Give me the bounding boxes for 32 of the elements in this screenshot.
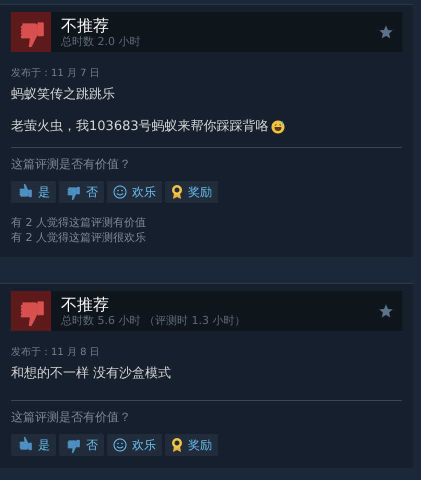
smiley-icon: [113, 185, 127, 199]
no-button[interactable]: 否: [59, 181, 104, 203]
thumbs-up-icon: [17, 184, 33, 200]
no-button[interactable]: 否: [59, 434, 104, 456]
smiley-icon: [113, 438, 127, 452]
review-verdict: 不推荐: [61, 294, 110, 314]
playtime-text: 总时数 2.0 小时: [61, 34, 142, 48]
award-button[interactable]: 奖励: [165, 434, 218, 456]
playtime-text: 总时数 5.6 小时 （评测时 1.3 小时）: [61, 314, 246, 328]
funny-button[interactable]: 欢乐: [107, 181, 162, 203]
vote-summary: 有 2 人觉得这篇评测有价值: [11, 215, 147, 230]
thumbs-up-icon: [17, 437, 33, 453]
grinning-sweat-emoji-icon: [270, 120, 285, 134]
posted-date: 发布于：11 月 8 日: [11, 346, 101, 359]
star-icon[interactable]: [378, 303, 394, 319]
helpful-prompt: 这篇评测是否有价值？: [11, 156, 132, 173]
award-button[interactable]: 奖励: [165, 181, 218, 203]
thumbs-down-icon: [65, 437, 81, 453]
helpful-prompt: 这篇评测是否有价值？: [11, 409, 132, 426]
yes-button[interactable]: 是: [11, 434, 56, 456]
thumbs-down-icon: [65, 184, 81, 200]
star-icon[interactable]: [378, 24, 394, 40]
review-text: 和想的不一样 没有沙盒模式: [11, 366, 172, 382]
posted-date: 发布于：11 月 7 日: [11, 67, 101, 80]
award-icon: [171, 437, 183, 453]
yes-button[interactable]: 是: [11, 181, 56, 203]
vote-summary: 有 2 人觉得这篇评测很欢乐: [11, 230, 147, 245]
review-text: 蚂蚁笑传之跳跳乐: [11, 87, 115, 103]
review-text: 老萤火虫，我103683号蚂蚁来帮你踩踩背咯: [11, 119, 269, 135]
review-verdict: 不推荐: [61, 16, 110, 34]
funny-button[interactable]: 欢乐: [107, 434, 162, 456]
award-icon: [171, 184, 183, 200]
